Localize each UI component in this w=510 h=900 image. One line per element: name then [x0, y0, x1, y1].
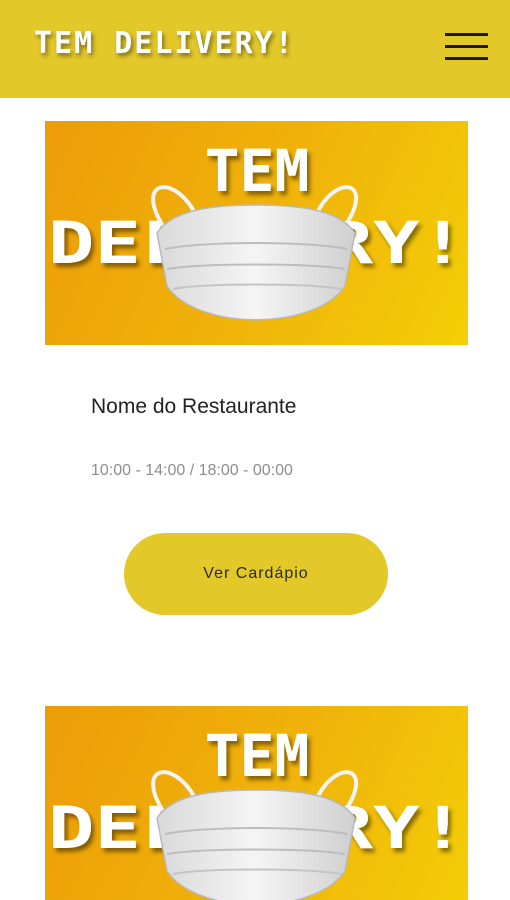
banner-text-line1: TEM — [205, 722, 310, 790]
restaurant-name: Nome do Restaurante — [91, 395, 297, 418]
brand-title[interactable]: TEM DELIVERY! — [34, 26, 295, 61]
app-header: TEM DELIVERY! — [0, 0, 510, 98]
menu-bar-top — [445, 33, 488, 36]
mask-illustration-2: TEM DELIVERY! — [48, 722, 466, 900]
restaurant-banner-image: TEM DELIVERY! — [45, 121, 468, 345]
view-menu-button[interactable]: Ver Cardápio — [124, 533, 388, 615]
restaurant-banner-image-2: TEM DELIVERY! — [45, 706, 468, 900]
menu-bar-middle — [445, 45, 488, 48]
hamburger-menu-icon[interactable] — [440, 28, 492, 66]
menu-bar-bottom — [445, 57, 488, 60]
mask-illustration: TEM DELIVERY! — [48, 137, 466, 321]
banner-text-line1: TEM — [205, 137, 310, 205]
restaurant-hours: 10:00 - 14:00 / 18:00 - 00:00 — [91, 462, 293, 479]
